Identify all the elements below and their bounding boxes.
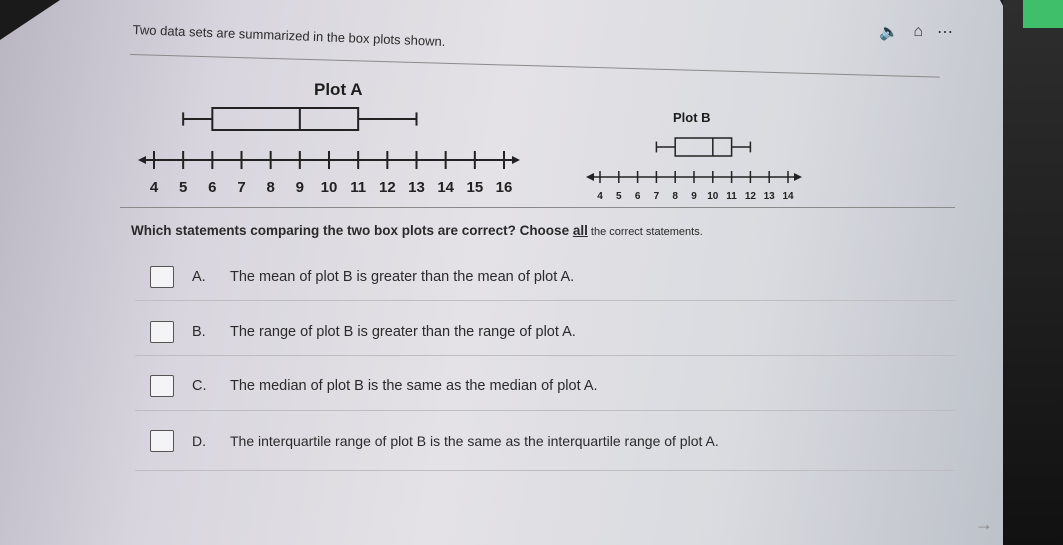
device-bezel <box>1003 0 1063 545</box>
question-emph: all <box>572 223 588 238</box>
tick-label: 5 <box>179 179 187 196</box>
option-c[interactable]: C. The median of plot B is the same as t… <box>150 375 598 397</box>
divider <box>135 470 955 471</box>
tick-label: 11 <box>350 179 366 196</box>
option-d[interactable]: D. The interquartile range of plot B is … <box>150 430 719 452</box>
option-text: The median of plot B is the same as the … <box>230 378 598 394</box>
tick-label: 9 <box>296 179 304 196</box>
checkbox[interactable] <box>150 321 174 343</box>
question-text: Which statements comparing the two box p… <box>131 223 703 238</box>
status-strip <box>1023 0 1063 28</box>
bookmark-icon[interactable]: ⌂ <box>913 23 923 41</box>
tick-label: 14 <box>782 191 794 202</box>
tick-label: 4 <box>597 191 603 202</box>
option-text: The interquartile range of plot B is the… <box>230 433 719 449</box>
next-arrow-icon[interactable]: → <box>975 514 993 535</box>
tick-label: 7 <box>654 191 660 202</box>
left-arrow-icon <box>138 156 146 164</box>
tick-label: 7 <box>237 179 245 196</box>
tick-label: 12 <box>379 179 396 196</box>
option-letter: B. <box>192 324 206 340</box>
tick-label: 9 <box>691 191 697 202</box>
box <box>674 137 733 157</box>
tick-label: 12 <box>745 191 757 202</box>
tick-label: 16 <box>496 179 513 196</box>
option-b[interactable]: B. The range of plot B is greater than t… <box>150 321 576 343</box>
option-a[interactable]: A. The mean of plot B is greater than th… <box>150 266 574 288</box>
top-toolbar: 🔈 ⌂ ⋯ <box>879 22 953 42</box>
tick-label: 4 <box>150 179 159 196</box>
tick-label: 13 <box>764 191 776 202</box>
tick-label: 10 <box>707 191 719 202</box>
right-arrow-icon <box>512 156 520 164</box>
checkbox[interactable] <box>150 266 174 288</box>
plot-a-title: Plot A <box>314 80 363 99</box>
left-arrow-icon <box>586 173 594 181</box>
plot-b-chart: 4 5 6 7 8 9 10 11 12 13 14 <box>586 137 802 202</box>
tick-label: 10 <box>321 179 338 196</box>
tick-label: 15 <box>466 179 483 196</box>
option-letter: C. <box>192 378 207 394</box>
right-arrow-icon <box>794 173 802 181</box>
tick-label: 11 <box>726 191 737 202</box>
option-text: The mean of plot B is greater than the m… <box>230 269 575 285</box>
plot-b-title: Plot B <box>673 110 711 125</box>
tick-label: 5 <box>616 191 622 202</box>
tick-label: 13 <box>408 179 425 196</box>
divider <box>135 300 955 301</box>
more-icon[interactable]: ⋯ <box>937 22 953 42</box>
tick-label: 6 <box>635 191 641 202</box>
checkbox[interactable] <box>150 430 174 452</box>
question-main: Which statements comparing the two box p… <box>131 223 573 238</box>
tick-label: 14 <box>437 179 454 196</box>
option-letter: A. <box>192 269 206 285</box>
plot-a-chart: 4 5 6 7 8 9 10 11 12 13 14 15 16 <box>138 107 520 196</box>
divider <box>135 355 955 356</box>
divider <box>120 207 955 208</box>
tick-label: 8 <box>266 179 274 196</box>
speaker-icon[interactable]: 🔈 <box>879 22 899 42</box>
option-text: The range of plot B is greater than the … <box>230 324 576 340</box>
question-tail: the correct statements. <box>587 226 703 238</box>
box <box>211 107 360 131</box>
option-letter: D. <box>192 433 206 449</box>
tick-label: 6 <box>208 179 216 196</box>
divider <box>135 410 955 411</box>
checkbox[interactable] <box>150 375 174 397</box>
tick-label: 8 <box>672 191 678 202</box>
